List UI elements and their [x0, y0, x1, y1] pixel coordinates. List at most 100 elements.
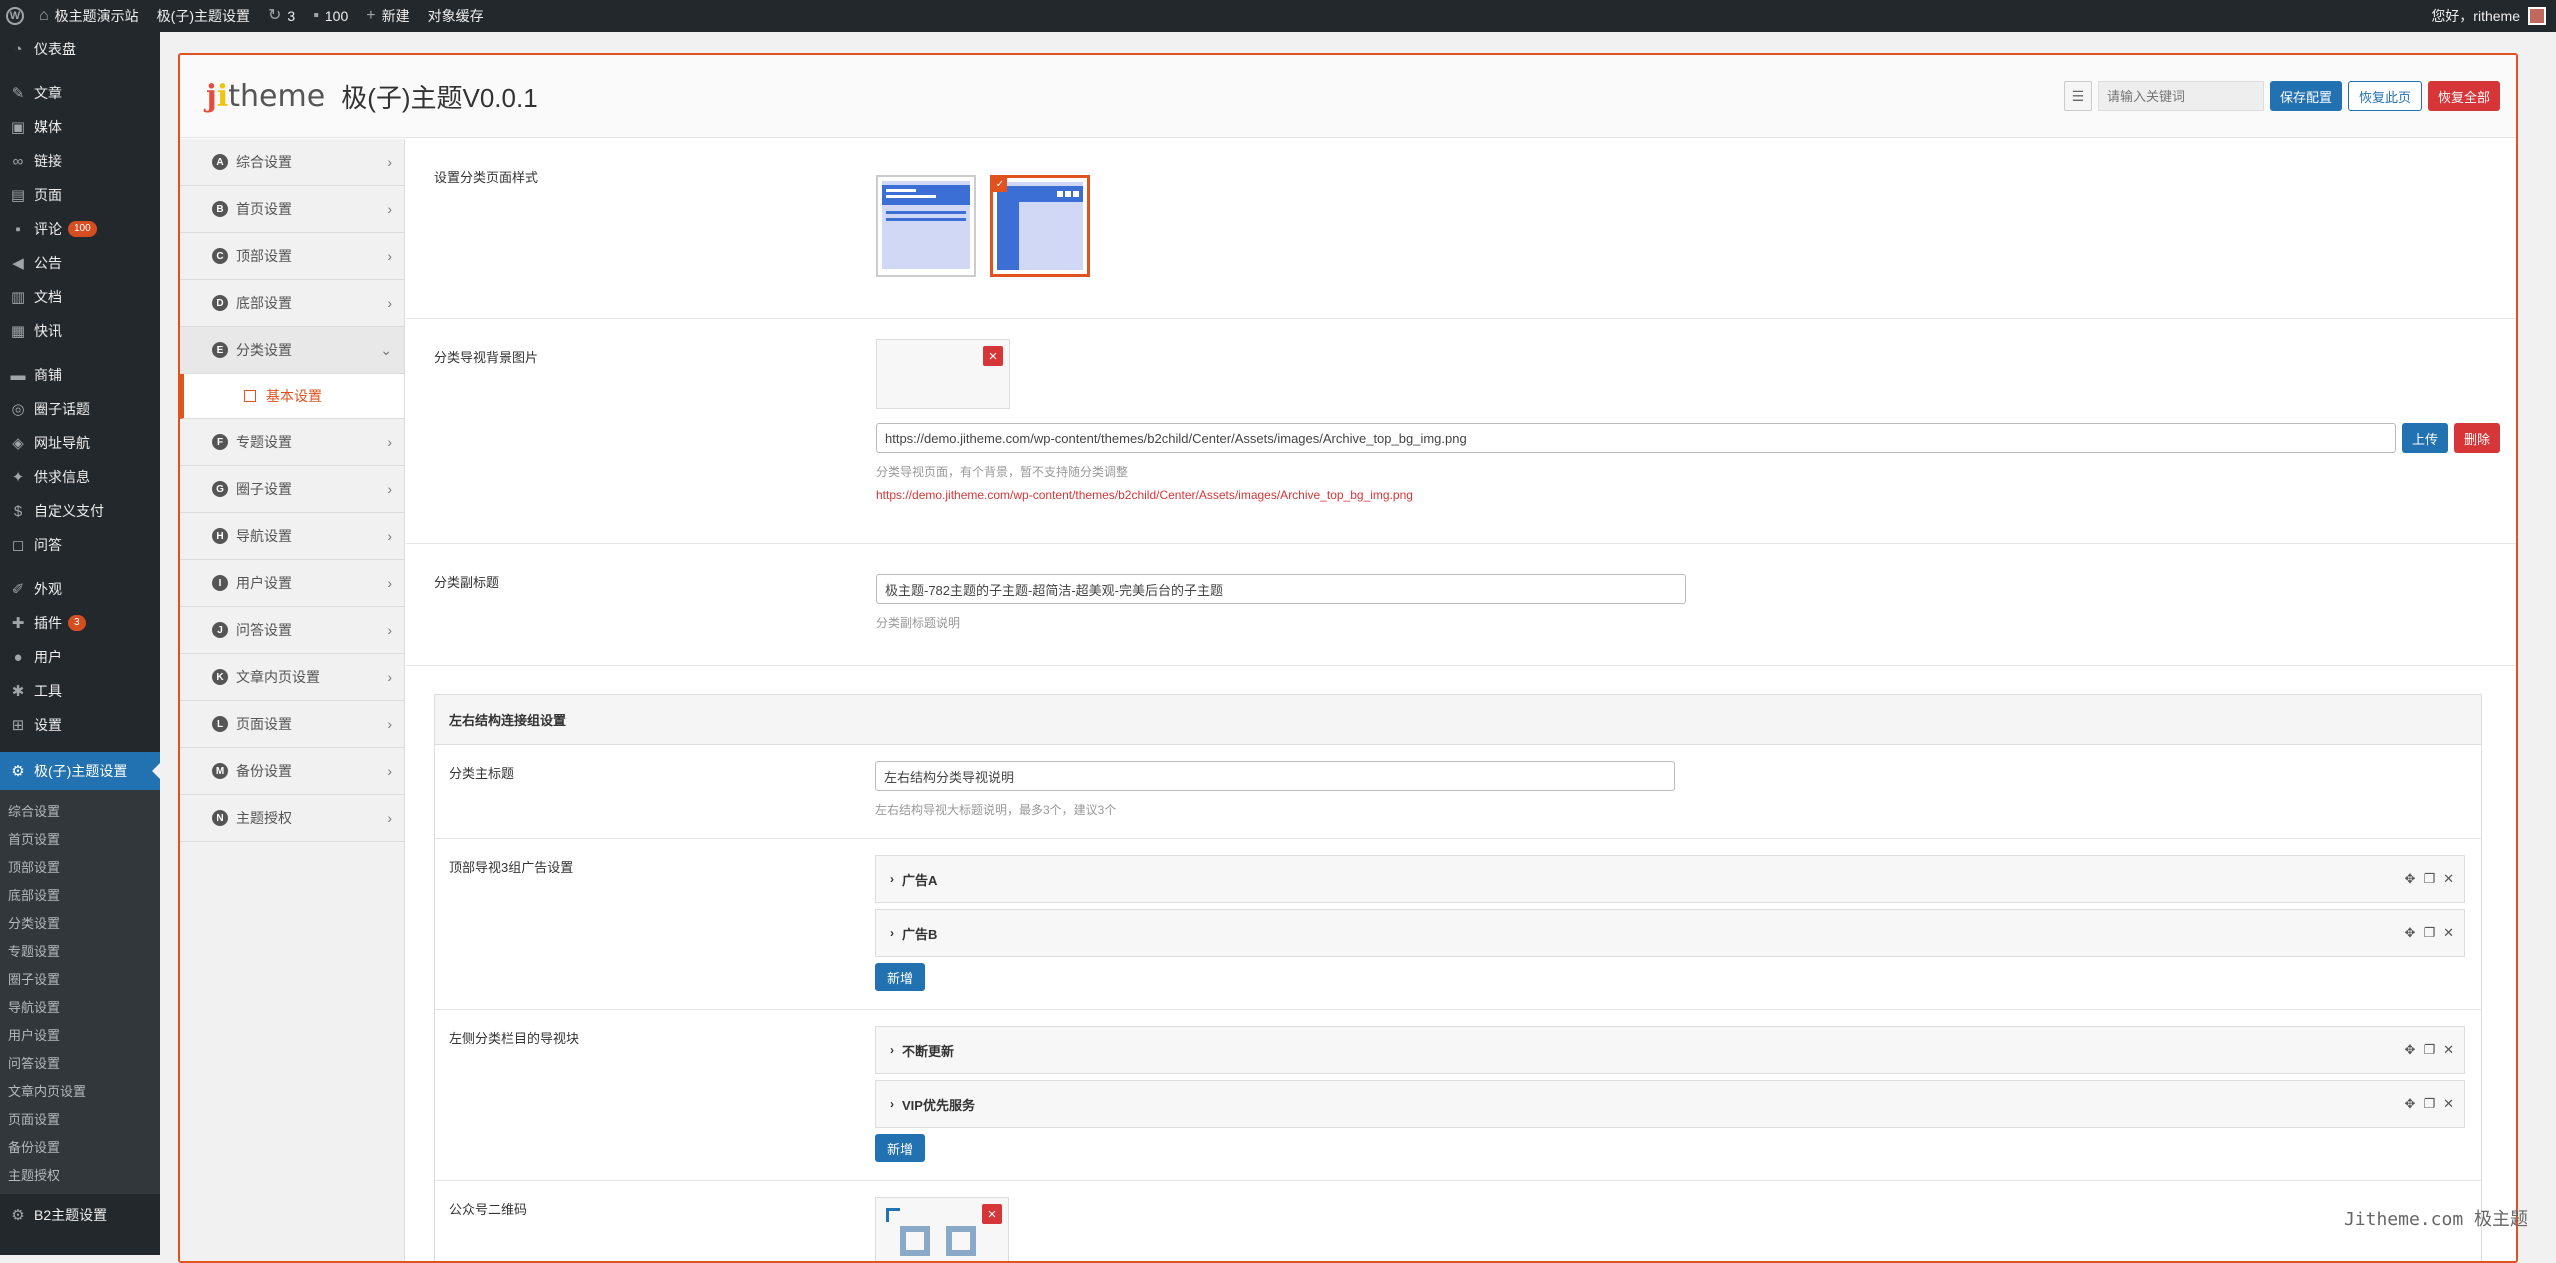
sidebar-item[interactable]: ●用户: [0, 640, 160, 674]
bg-url-input[interactable]: https://demo.jitheme.com/wp-content/them…: [876, 423, 2396, 453]
account-menu[interactable]: 您好，ritheme: [2431, 6, 2556, 26]
sidebar-item[interactable]: ◔仪表盘: [0, 32, 160, 66]
close-icon[interactable]: ×: [982, 1204, 1002, 1224]
sidebar-item[interactable]: $自定义支付: [0, 494, 160, 528]
nav-item[interactable]: J问答设置›: [180, 607, 404, 654]
sidebar-item[interactable]: ▣媒体: [0, 110, 160, 144]
sidebar-subitem[interactable]: 分类设置: [0, 908, 160, 936]
object-cache-link[interactable]: 对象缓存: [419, 0, 493, 32]
close-icon[interactable]: ✕: [2443, 871, 2454, 887]
copy-icon[interactable]: ❐: [2423, 1042, 2435, 1058]
sidebar-subitem[interactable]: 问答设置: [0, 1048, 160, 1076]
close-icon[interactable]: ✕: [2443, 1042, 2454, 1058]
sidebar-subitem[interactable]: 文章内页设置: [0, 1076, 160, 1104]
add-button[interactable]: 新增: [875, 1134, 925, 1162]
sidebar-subitem[interactable]: 主题授权: [0, 1160, 160, 1188]
nav-item[interactable]: D底部设置›: [180, 280, 404, 327]
sidebar-subitem[interactable]: 备份设置: [0, 1132, 160, 1160]
copy-icon[interactable]: ❐: [2423, 1096, 2435, 1112]
sidebar-item[interactable]: ∞链接: [0, 144, 160, 178]
wordpress-logo-icon[interactable]: W: [0, 0, 30, 32]
move-icon[interactable]: ✥: [2405, 925, 2416, 941]
sidebar-item[interactable]: ◻问答: [0, 528, 160, 562]
sidebar-item[interactable]: ▬商铺: [0, 358, 160, 392]
sidebar-item[interactable]: ✎文章: [0, 76, 160, 110]
updates-link[interactable]: ↻3: [259, 0, 304, 32]
new-content-link[interactable]: +新建: [357, 0, 418, 32]
sidebar-subitem[interactable]: 圈子设置: [0, 964, 160, 992]
nav-item[interactable]: F专题设置›: [180, 419, 404, 466]
avatar[interactable]: [2528, 7, 2546, 25]
upload-button[interactable]: 上传: [2402, 423, 2448, 453]
expand-icon[interactable]: ☰: [2064, 81, 2092, 111]
nav-item[interactable]: M备份设置›: [180, 748, 404, 795]
move-icon[interactable]: ✥: [2405, 1042, 2416, 1058]
sidebar-subitem[interactable]: 底部设置: [0, 880, 160, 908]
sidebar-item[interactable]: ◀公告: [0, 246, 160, 280]
sidebar-subitem[interactable]: 专题设置: [0, 936, 160, 964]
nav-item[interactable]: C顶部设置›: [180, 233, 404, 280]
nav-item[interactable]: A综合设置›: [180, 139, 404, 186]
reset-all-button[interactable]: 恢复全部: [2428, 81, 2500, 111]
close-icon[interactable]: ×: [983, 346, 1003, 366]
sidebar-subitem[interactable]: 页面设置: [0, 1104, 160, 1132]
sidebar-item[interactable]: ◈网址导航: [0, 426, 160, 460]
sidebar-item-theme-settings[interactable]: ⚙极(子)主题设置: [0, 752, 160, 790]
sidebar-item[interactable]: ▥文档: [0, 280, 160, 314]
jitheme-logo: jitheme: [206, 79, 341, 114]
copy-icon[interactable]: ❐: [2423, 925, 2435, 941]
accordion-item[interactable]: ›不断更新✥❐✕: [875, 1026, 2465, 1074]
nav-item[interactable]: K文章内页设置›: [180, 654, 404, 701]
sidebar-item[interactable]: ✱工具: [0, 674, 160, 708]
nav-item[interactable]: H导航设置›: [180, 513, 404, 560]
sidebar-item[interactable]: ✐外观: [0, 572, 160, 606]
page-icon: ▤: [8, 186, 28, 204]
nav-item[interactable]: I用户设置›: [180, 560, 404, 607]
sidebar-item[interactable]: ✚插件3: [0, 606, 160, 640]
accordion-item[interactable]: ›广告A✥❐✕: [875, 855, 2465, 903]
copy-icon[interactable]: ❐: [2423, 871, 2435, 887]
sidebar-subitem[interactable]: 导航设置: [0, 992, 160, 1020]
accordion-title: VIP优先服务: [902, 1095, 975, 1114]
reset-page-button[interactable]: 恢复此页: [2348, 81, 2422, 111]
comments-link[interactable]: ▪100: [304, 0, 357, 32]
theme-settings-link[interactable]: 极(子)主题设置: [148, 0, 259, 32]
sidebar-item[interactable]: ✦供求信息: [0, 460, 160, 494]
sidebar-subitem[interactable]: 用户设置: [0, 1020, 160, 1048]
letter-badge: I: [212, 575, 228, 591]
sidebar-item[interactable]: ▪评论100: [0, 212, 160, 246]
sidebar-item-label: 商铺: [34, 365, 62, 385]
media-icon: ▣: [8, 118, 28, 136]
sidebar-item[interactable]: ▦快讯: [0, 314, 160, 348]
chevron-right-icon: ›: [387, 248, 392, 264]
nav-item[interactable]: E分类设置⌄: [180, 327, 404, 374]
close-icon[interactable]: ✕: [2443, 1096, 2454, 1112]
search-input[interactable]: [2098, 81, 2264, 111]
sidebar-item[interactable]: ▤页面: [0, 178, 160, 212]
nav-item[interactable]: L页面设置›: [180, 701, 404, 748]
subtitle-input[interactable]: 极主题-782主题的子主题-超简洁-超美观-完美后台的子主题: [876, 574, 1686, 604]
nav-subitem[interactable]: 基本设置: [180, 374, 404, 419]
nav-item[interactable]: N主题授权›: [180, 795, 404, 842]
add-button[interactable]: 新增: [875, 963, 925, 991]
main-title-input[interactable]: 左右结构分类导视说明: [875, 761, 1675, 791]
move-icon[interactable]: ✥: [2405, 1096, 2416, 1112]
style-option-2[interactable]: ✓: [990, 175, 1090, 277]
delete-button[interactable]: 删除: [2454, 423, 2500, 453]
site-name-link[interactable]: ⌂极主题演示站: [30, 0, 148, 32]
sidebar-item[interactable]: ◎圈子话题: [0, 392, 160, 426]
sidebar-subitem[interactable]: 综合设置: [0, 796, 160, 824]
move-icon[interactable]: ✥: [2405, 871, 2416, 887]
sidebar-item-label: 工具: [34, 681, 62, 701]
accordion-item[interactable]: ›VIP优先服务✥❐✕: [875, 1080, 2465, 1128]
sidebar-item-b2-settings[interactable]: ⚙B2主题设置: [0, 1198, 160, 1232]
accordion-item[interactable]: ›广告B✥❐✕: [875, 909, 2465, 957]
nav-item[interactable]: B首页设置›: [180, 186, 404, 233]
save-button[interactable]: 保存配置: [2270, 81, 2342, 111]
close-icon[interactable]: ✕: [2443, 925, 2454, 941]
sidebar-subitem[interactable]: 顶部设置: [0, 852, 160, 880]
sidebar-item[interactable]: ⊞设置: [0, 708, 160, 742]
sidebar-subitem[interactable]: 首页设置: [0, 824, 160, 852]
nav-item[interactable]: G圈子设置›: [180, 466, 404, 513]
style-option-1[interactable]: [876, 175, 976, 277]
